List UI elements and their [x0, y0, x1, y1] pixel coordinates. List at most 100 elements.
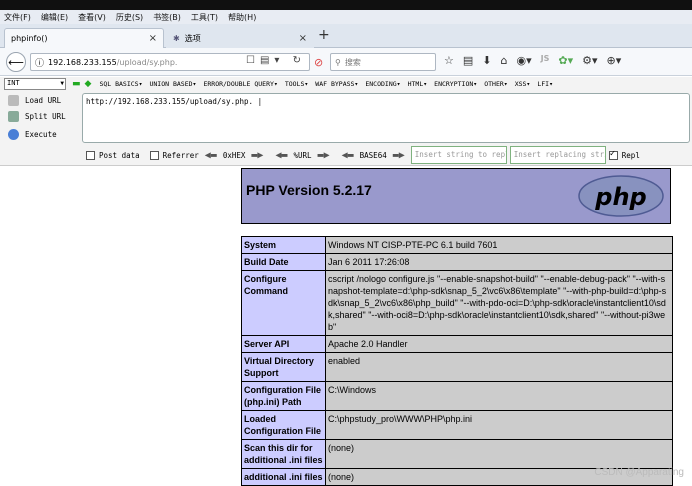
menu-history[interactable]: 历史(S) — [116, 12, 143, 23]
back-button[interactable]: ⟵ — [6, 52, 26, 72]
close-icon[interactable]: × — [149, 33, 157, 44]
split-url-icon — [8, 111, 19, 122]
menu-encryption[interactable]: ENCRYPTION▾ — [434, 80, 477, 88]
address-bar-icons: ☐▤▾ ↻ — [246, 55, 306, 66]
execute-button[interactable]: Execute — [8, 129, 57, 140]
right-arrow-icon[interactable]: ▬▶ — [251, 150, 263, 161]
download-icon[interactable]: ⬇ — [482, 54, 491, 67]
row-value: C:\phpstudy_pro\WWW\PHP\php.ini — [326, 411, 673, 440]
menu-union-based[interactable]: UNION BASED▾ — [149, 80, 196, 88]
row-value: (none) — [326, 440, 673, 469]
search-input[interactable]: ⚲ 搜索 — [330, 53, 436, 71]
menu-waf-bypass[interactable]: WAF BYPASS▾ — [315, 80, 358, 88]
menu-html[interactable]: HTML▾ — [408, 80, 428, 88]
row-value: Windows NT CISP-PTE-PC 6.1 build 7601 — [326, 237, 673, 254]
menu-lfi[interactable]: LFI▾ — [537, 80, 553, 88]
phpinfo-header: PHP Version 5.2.17 php — [241, 168, 671, 224]
back-arrow-icon: ⟵ — [8, 56, 24, 69]
tab-bar: phpinfo() × ✱ 选项 × — [0, 24, 692, 48]
left-arrow-icon[interactable]: ◀▬ — [342, 150, 354, 161]
hackbar-options-row: Post data Referrer ◀▬ 0xHEX ▬▶ ◀▬ %URL ▬… — [86, 146, 640, 164]
url-path: /upload/sy.php. — [117, 58, 178, 67]
tab-title: 选项 — [185, 33, 201, 44]
row-key: Virtual Directory Support — [242, 353, 326, 382]
watermark: CSDN @Apparating — [594, 467, 684, 478]
home-icon[interactable]: ⌂ — [501, 54, 508, 67]
tab-title: phpinfo() — [11, 34, 47, 43]
row-value: enabled — [326, 353, 673, 382]
replace-with-input[interactable]: Insert replacing string — [510, 146, 606, 164]
table-row: Configure Commandcscript /nologo configu… — [242, 271, 673, 336]
table-row: SystemWindows NT CISP-PTE-PC 6.1 build 7… — [242, 237, 673, 254]
row-value: C:\Windows — [326, 382, 673, 411]
tab-options[interactable]: ✱ 选项 × — [166, 28, 314, 48]
url-textarea[interactable]: http://192.168.233.155/upload/sy.php. | — [82, 93, 690, 143]
menu-sql-basics[interactable]: SQL BASICS▾ — [99, 80, 142, 88]
menu-view[interactable]: 查看(V) — [78, 12, 106, 23]
addon-icon[interactable]: ✿▾ — [558, 54, 573, 67]
hex-label: 0xHEX — [223, 151, 246, 160]
menu-other[interactable]: OTHER▾ — [484, 80, 507, 88]
menu-tools[interactable]: TOOLS▾ — [285, 80, 308, 88]
hackbar-menu: SQL BASICS▾ UNION BASED▾ ERROR/DOUBLE QU… — [99, 80, 560, 88]
green-dot-icon: ◆ — [85, 79, 92, 89]
replace-all-checkbox[interactable]: ✓ — [609, 151, 618, 160]
right-arrow-icon[interactable]: ▬▶ — [393, 150, 405, 161]
stop-icon[interactable]: ⊘ — [314, 56, 323, 69]
settings-icon[interactable]: ⚙▾ — [582, 54, 597, 67]
post-data-checkbox[interactable] — [86, 151, 95, 160]
phpinfo-content: PHP Version 5.2.17 php SystemWindows NT … — [241, 168, 673, 224]
address-bar[interactable]: ⓘ 192.168.233.155 /upload/sy.php. ☐▤▾ ↻ — [30, 53, 310, 71]
hackbar-menu-row: INT ▬ ◆ SQL BASICS▾ UNION BASED▾ ERROR/D… — [0, 77, 692, 91]
referrer-label: Referrer — [163, 151, 199, 160]
row-key: Loaded Configuration File — [242, 411, 326, 440]
close-icon[interactable]: × — [299, 33, 307, 44]
menu-encoding[interactable]: ENCODING▾ — [365, 80, 400, 88]
url-encode-label: %URL — [293, 151, 311, 160]
extensions-icon[interactable]: ⊕▾ — [607, 54, 622, 67]
split-url-button[interactable]: Split URL — [8, 111, 66, 122]
menu-xss[interactable]: XSS▾ — [515, 80, 531, 88]
table-row: Build DateJan 6 2011 17:26:08 — [242, 254, 673, 271]
right-arrow-icon[interactable]: ▬▶ — [318, 150, 330, 161]
referrer-checkbox[interactable] — [150, 151, 159, 160]
search-icon: ⚲ — [335, 58, 341, 67]
js-icon[interactable]: JS — [541, 54, 550, 67]
info-icon: ⓘ — [35, 56, 44, 69]
gear-icon: ✱ — [173, 34, 180, 43]
execute-icon — [8, 129, 19, 140]
menu-bookmarks[interactable]: 书签(B) — [153, 12, 181, 23]
menu-error-double-query[interactable]: ERROR/DOUBLE QUERY▾ — [203, 80, 277, 88]
phpinfo-table: SystemWindows NT CISP-PTE-PC 6.1 build 7… — [241, 236, 673, 486]
execute-label: Execute — [25, 130, 57, 139]
row-key: Configure Command — [242, 271, 326, 336]
menu-bar: 文件(F) 编辑(E) 查看(V) 历史(S) 书签(B) 工具(T) 帮助(H… — [0, 10, 692, 24]
toolbar-icons: ☆ ▤ ⬇ ⌂ ◉▾ JS ✿▾ ⚙▾ ⊕▾ — [444, 54, 621, 67]
row-key: Configuration File (php.ini) Path — [242, 382, 326, 411]
table-row: Scan this dir for additional .ini files(… — [242, 440, 673, 469]
injection-type-select[interactable]: INT — [4, 78, 66, 90]
row-key: System — [242, 237, 326, 254]
replace-all-label: Repl — [622, 151, 640, 160]
menu-file[interactable]: 文件(F) — [4, 12, 31, 23]
post-data-label: Post data — [99, 151, 140, 160]
menu-edit[interactable]: 编辑(E) — [41, 12, 68, 23]
page-title: PHP Version 5.2.17 — [246, 182, 372, 198]
tab-phpinfo[interactable]: phpinfo() × — [4, 28, 164, 48]
panel-divider — [0, 165, 692, 166]
menu-help[interactable]: 帮助(H) — [228, 12, 256, 23]
left-arrow-icon[interactable]: ◀▬ — [205, 150, 217, 161]
menu-tools[interactable]: 工具(T) — [191, 12, 218, 23]
table-row: Server APIApache 2.0 Handler — [242, 336, 673, 353]
load-url-button[interactable]: Load URL — [8, 95, 61, 106]
search-placeholder: 搜索 — [345, 57, 361, 68]
php-logo: php — [578, 175, 664, 217]
replace-search-input[interactable]: Insert string to replace — [411, 146, 507, 164]
new-tab-button[interactable]: + — [318, 28, 330, 42]
globe-icon[interactable]: ◉▾ — [516, 54, 531, 67]
left-arrow-icon[interactable]: ◀▬ — [275, 150, 287, 161]
green-dash-icon: ▬ — [72, 79, 81, 89]
bookmark-star-icon[interactable]: ☆ — [444, 54, 454, 67]
reading-list-icon[interactable]: ▤ — [463, 54, 473, 67]
row-key: Scan this dir for additional .ini files — [242, 440, 326, 469]
